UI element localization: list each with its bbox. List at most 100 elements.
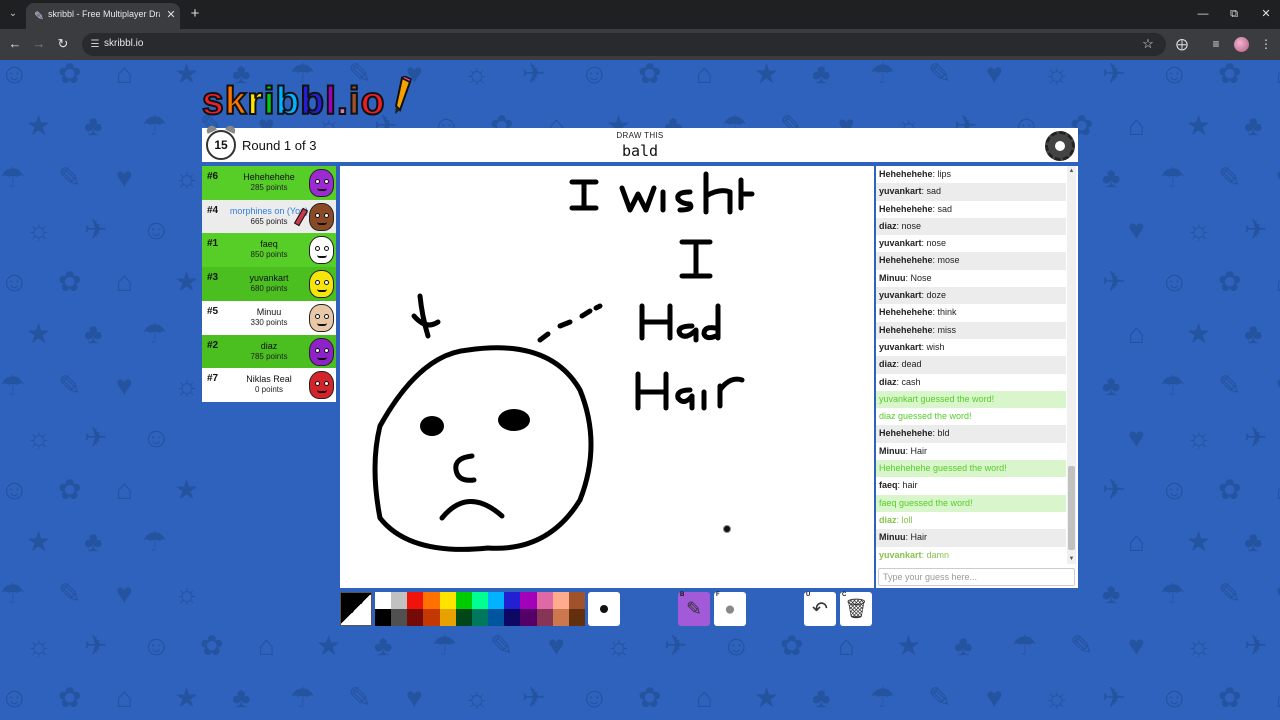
chat-message: Minuu: Nose (876, 270, 1066, 287)
minimize-icon[interactable]: — (1193, 6, 1213, 22)
forward-arrow-icon[interactable]: → (30, 35, 48, 53)
color-swatch[interactable] (568, 609, 585, 626)
player-row[interactable]: #1 faeq 850 points (202, 233, 336, 268)
chat-message: faeq: hair (876, 477, 1066, 494)
chat-author: diaz (879, 376, 897, 387)
player-row[interactable]: #2 diaz 785 points (202, 334, 336, 369)
chat-author: diaz (879, 514, 897, 525)
close-tab-icon[interactable]: ✕ (164, 8, 178, 22)
color-swatch[interactable] (423, 592, 440, 609)
avatar-eye (324, 280, 329, 286)
game-page: ☺ ✿ ⌂ ★ ♣ ☂ ✎ ♥ ☼ ✈ ☺ ✿ ⌂ ★ ♣ ☂ ✎ ♥ ☼ ✈ ☺ ✿ ⌂ ★ ♣ ☂ ✎ ♥ ☼ ✈ ☺ ✿ ⌂ ★ ♣ ☂ ✎ ♥ ☼ ✈… (0, 60, 1280, 720)
site-info-icon[interactable]: ☰ (88, 38, 102, 51)
color-swatch[interactable] (423, 609, 440, 626)
color-swatch[interactable] (455, 609, 472, 626)
undo-button[interactable]: U ↶ (804, 592, 836, 626)
browser-tab[interactable]: ✎ skribbl - Free Multiplayer Drawing & G… (26, 3, 180, 29)
close-window-icon[interactable]: ✕ (1256, 6, 1276, 22)
current-color-preview[interactable] (340, 592, 372, 626)
reload-icon[interactable]: ↻ (54, 35, 72, 53)
player-row[interactable]: #7 Niklas Real 0 points (202, 368, 336, 402)
player-row[interactable]: #5 Minuu 330 points (202, 300, 336, 335)
doodle-icon: ★ (1186, 318, 1212, 349)
bookmark-star-icon[interactable]: ☆ (1140, 36, 1156, 52)
avatar-mouth (317, 357, 327, 360)
player-row[interactable]: #3 yuvankart 680 points (202, 267, 336, 301)
back-arrow-icon[interactable]: ← (6, 35, 24, 53)
settings-gear-icon[interactable] (1045, 131, 1075, 161)
doodle-icon: ★ (174, 60, 200, 89)
color-swatch[interactable] (407, 609, 424, 626)
player-avatar (309, 202, 334, 231)
color-swatch[interactable] (407, 592, 424, 609)
color-swatch[interactable] (439, 592, 456, 609)
chat-text: yuvankart guessed the word! (879, 393, 995, 404)
color-swatch[interactable] (520, 609, 537, 626)
doodle-icon: ☂ (1160, 162, 1186, 193)
scroll-thumb[interactable] (1068, 466, 1075, 550)
color-swatch[interactable] (471, 592, 489, 609)
tab-title: skribbl - Free Multiplayer Drawing & Gue… (48, 9, 160, 19)
color-swatch[interactable] (568, 592, 585, 609)
tab-search-chevron-icon[interactable]: ⌄ (4, 5, 22, 23)
doodle-icon: ☼ (26, 630, 52, 661)
color-swatch[interactable] (375, 592, 392, 609)
url-text: skribbl.io (104, 38, 144, 49)
media-controls-icon[interactable]: ≡ (1208, 36, 1224, 52)
fill-tool-button[interactable]: F ● (714, 592, 746, 626)
color-swatch[interactable] (536, 592, 553, 609)
color-swatch[interactable] (391, 609, 408, 626)
doodle-icon: ✈ (522, 60, 546, 89)
color-swatch[interactable] (391, 592, 408, 609)
color-swatch[interactable] (488, 609, 505, 626)
color-swatch[interactable] (471, 609, 489, 626)
restore-icon[interactable]: ⧉ (1224, 6, 1244, 22)
avatar-eye (315, 313, 320, 319)
doodle-icon: ☺ (142, 422, 171, 453)
doodle-icon: ☺ (0, 682, 29, 713)
new-tab-plus-icon[interactable]: + (186, 5, 204, 23)
color-swatch[interactable] (455, 592, 472, 609)
profile-avatar[interactable] (1234, 37, 1249, 52)
color-swatch[interactable] (536, 609, 553, 626)
color-swatch[interactable] (552, 592, 569, 609)
doodle-icon: ☂ (0, 370, 26, 401)
color-swatch[interactable] (504, 592, 521, 609)
guess-input[interactable] (878, 568, 1075, 586)
browser-tab-bar: ⌄ ✎ skribbl - Free Multiplayer Drawing &… (0, 0, 1280, 29)
player-row[interactable]: #4 morphines on (You) 665 points (202, 199, 336, 234)
scroll-up-arrow-icon[interactable]: ▲ (1067, 166, 1076, 176)
doodle-icon: ✿ (1218, 60, 1242, 89)
color-swatch[interactable] (520, 592, 537, 609)
chat-message: Hehehehehe: miss (876, 321, 1066, 339)
brush-size-selector[interactable] (588, 592, 620, 626)
doodle-icon: ☺ (580, 682, 609, 713)
player-rank: #7 (207, 373, 219, 385)
address-bar[interactable]: ☰ skribbl.io ☆ (82, 33, 1166, 56)
player-row[interactable]: #6 Hehehehehe 285 points (202, 166, 336, 200)
color-swatch[interactable] (552, 609, 569, 626)
logo-letter: b (274, 79, 301, 124)
chat-message: Minuu: Hair (876, 443, 1066, 460)
color-swatch[interactable] (504, 609, 521, 626)
brush-tool-button[interactable]: B ✎ (678, 592, 710, 626)
doodle-icon: ☂ (0, 162, 26, 193)
player-rank: #3 (207, 272, 219, 284)
color-swatch[interactable] (488, 592, 505, 609)
doodle-icon: ☂ (0, 578, 26, 609)
color-swatch[interactable] (375, 609, 392, 626)
chat-scrollbar[interactable]: ▲ ▼ (1067, 166, 1076, 564)
chat-message: diaz: loll (876, 512, 1066, 529)
doodle-icon: ✿ (780, 630, 804, 661)
chat-text: think (937, 307, 957, 318)
menu-kebab-icon[interactable]: ⋮ (1258, 36, 1274, 52)
player-points: 285 points (250, 183, 288, 192)
drawing-canvas[interactable] (340, 166, 874, 588)
scroll-down-arrow-icon[interactable]: ▼ (1067, 554, 1076, 564)
logo-letter: o (360, 79, 386, 124)
avatar-eye (324, 347, 329, 353)
color-swatch[interactable] (439, 609, 456, 626)
player-points: 330 points (250, 317, 288, 327)
clear-button[interactable]: C 🗑 (840, 592, 872, 626)
extensions-icon[interactable]: ⨁ (1174, 36, 1190, 52)
